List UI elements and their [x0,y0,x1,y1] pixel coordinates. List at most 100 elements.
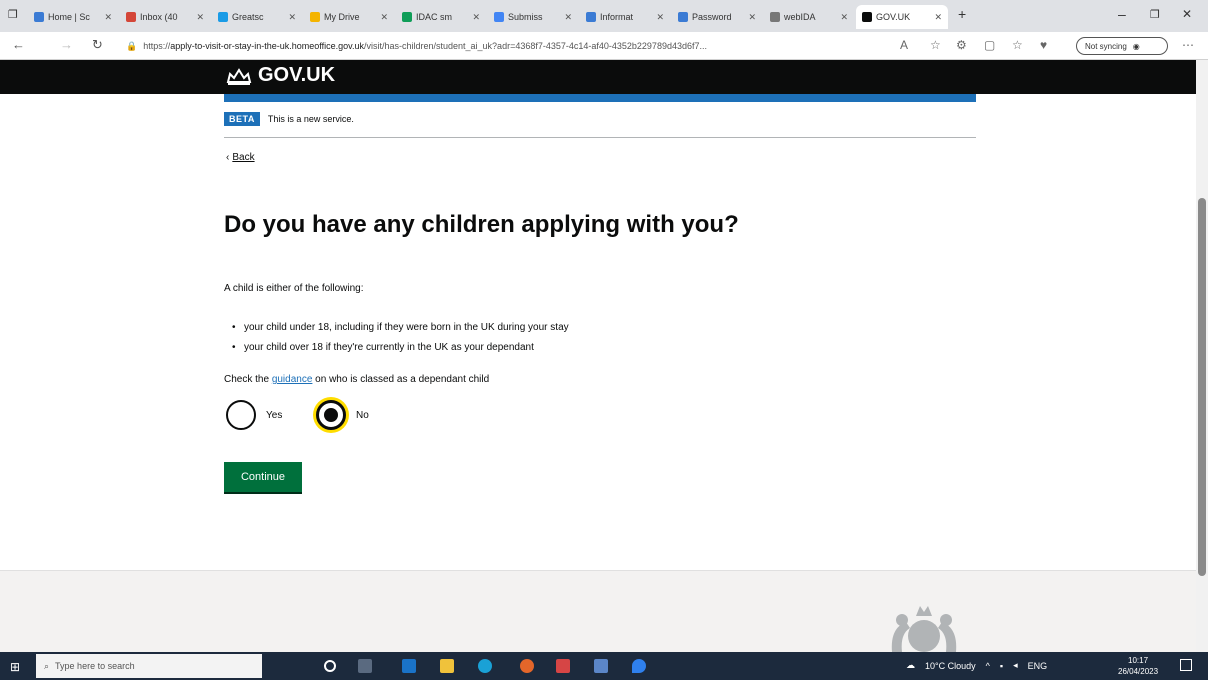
taskbar-search[interactable]: ⌕ Type here to search [36,654,262,678]
tab-title: Home | Sc [48,12,90,22]
guidance-link[interactable]: guidance [272,374,313,385]
minimize-icon[interactable]: – [1118,6,1126,22]
app-icon[interactable] [556,659,570,673]
browser-tab-strip: ❐ Home | Sc ✕ Inbox (40 ✕ Greatsc ✕ My Driv… [0,0,1208,32]
browser-tab[interactable]: Inbox (40 ✕ [120,5,210,29]
scrollbar-thumb[interactable] [1198,198,1206,576]
url-text: https://apply-to-visit-or-stay-in-the-uk… [143,41,707,51]
notifications-icon[interactable] [1180,659,1192,671]
close-tab-icon[interactable]: ✕ [196,12,204,23]
radio-no-label[interactable]: No [356,410,369,421]
cortana-icon[interactable] [324,660,336,672]
tab-title: webIDA [784,12,816,22]
edge-icon[interactable] [478,659,492,673]
guidance-suffix: on who is classed as a dependant child [312,374,490,385]
volume-icon[interactable]: ◂ [1013,660,1018,671]
network-icon[interactable]: ▪ [1000,661,1003,671]
close-tab-icon[interactable]: ✕ [380,12,388,23]
new-tab-icon[interactable]: + [958,6,966,22]
clock-time: 10:17 [1128,656,1149,665]
browser-tab-active[interactable]: GOV.UK ✕ [856,5,948,29]
restore-icon[interactable]: ❐ [1150,8,1160,21]
close-tab-icon[interactable]: ✕ [564,12,572,23]
close-tab-icon[interactable]: ✕ [656,12,664,23]
tab-title: Inbox (40 [140,12,178,22]
radio-yes[interactable]: Yes [226,400,282,430]
browser-tab[interactable]: Submiss ✕ [488,5,578,29]
chevron-up-icon[interactable]: ^ [986,661,990,671]
phase-banner: BETA This is a new service. [224,112,976,138]
address-bar[interactable]: 🔒 https://apply-to-visit-or-stay-in-the-… [126,36,874,56]
windows-start-icon[interactable]: ⊞ [10,660,20,674]
browser-tab[interactable]: webIDA ✕ [764,5,854,29]
store-icon[interactable] [402,659,416,673]
tab-title: IDAC sm [416,12,452,22]
favorite-icon[interactable]: ☆ [930,38,941,52]
question-lead: A child is either of the following: [224,283,364,294]
browser-essentials-icon[interactable]: ♥ [1040,38,1047,52]
system-tray: ☁ 10°C Cloudy ^ ▪ ◂ ENG [906,660,1047,671]
close-tab-icon[interactable]: ✕ [288,12,296,23]
refresh-icon[interactable]: ↻ [92,37,103,53]
extension-icon[interactable]: ⚙ [956,38,967,52]
tab-title: Submiss [508,12,543,22]
weather-icon[interactable]: ☁ [906,660,915,671]
back-arrow-icon[interactable]: ← [12,37,25,52]
more-menu-icon[interactable]: ⋯ [1182,38,1194,52]
chevron-left-icon: ‹ [226,152,230,163]
radio-yes-circle[interactable] [226,400,256,430]
close-tab-icon[interactable]: ✕ [840,12,848,23]
royal-coat-of-arms-icon [891,606,957,652]
favorites-bar-icon[interactable]: ☆ [1012,38,1023,52]
radio-no[interactable]: No [316,400,369,430]
govuk-logo-link[interactable]: GOV.UK [226,64,335,87]
file-explorer-icon[interactable] [440,659,454,673]
taskbar-search-placeholder: Type here to search [55,661,135,671]
close-tab-icon[interactable]: ✕ [748,12,756,23]
header-blue-bar [224,94,976,102]
page-title: Do you have any children applying with y… [224,211,739,238]
browser-tab[interactable]: Informat ✕ [580,5,670,29]
radio-no-circle[interactable] [316,400,346,430]
browser-tab[interactable]: Home | Sc ✕ [28,5,118,29]
clock-date: 26/04/2023 [1118,667,1159,676]
tab-favicon-icon [218,12,228,22]
back-link[interactable]: ‹ Back [226,152,255,163]
list-item: your child over 18 if they're currently … [232,338,569,358]
taskbar-clock[interactable]: 10:17 26/04/2023 [1118,655,1158,677]
radio-yes-label[interactable]: Yes [266,410,282,421]
tab-title: GOV.UK [876,12,911,22]
lock-icon: 🔒 [126,40,138,51]
close-tab-icon[interactable]: ✕ [472,12,480,23]
tab-favicon-icon [402,12,412,22]
forward-arrow-icon[interactable]: → [60,37,73,52]
tab-title: My Drive [324,12,360,22]
browser-tab[interactable]: IDAC sm ✕ [396,5,486,29]
avatar-icon: ◉ [1132,41,1140,51]
browser-tab[interactable]: Password ✕ [672,5,762,29]
read-aloud-icon[interactable]: A [900,38,908,52]
browser-tab[interactable]: Greatsc ✕ [212,5,302,29]
task-view-icon[interactable] [358,659,372,673]
profile-sync-button[interactable]: Not syncing ◉ [1076,37,1168,55]
tab-favicon-icon [126,12,136,22]
child-criteria-list: your child under 18, including if they w… [232,318,569,358]
collections-icon[interactable]: ▢ [984,38,995,52]
tab-actions-icon[interactable]: ❐ [8,8,18,21]
app-icon[interactable] [594,659,608,673]
close-tab-icon[interactable]: ✕ [934,12,942,23]
app-icon[interactable] [632,659,646,673]
browser-tab[interactable]: My Drive ✕ [304,5,394,29]
govuk-logo-text: GOV.UK [258,64,336,86]
continue-button[interactable]: Continue [224,462,302,492]
close-window-icon[interactable]: ✕ [1182,7,1192,21]
firefox-icon[interactable] [520,659,534,673]
govuk-footer [0,570,1196,652]
weather-text[interactable]: 10°C Cloudy [925,661,976,671]
tab-favicon-icon [310,12,320,22]
search-icon: ⌕ [44,660,50,671]
windows-taskbar: ⊞ ⌕ Type here to search ☁ 10°C Cloudy ^ … [0,652,1208,680]
close-tab-icon[interactable]: ✕ [104,12,112,23]
language-indicator[interactable]: ENG [1028,661,1048,671]
tab-title: Password [692,12,732,22]
